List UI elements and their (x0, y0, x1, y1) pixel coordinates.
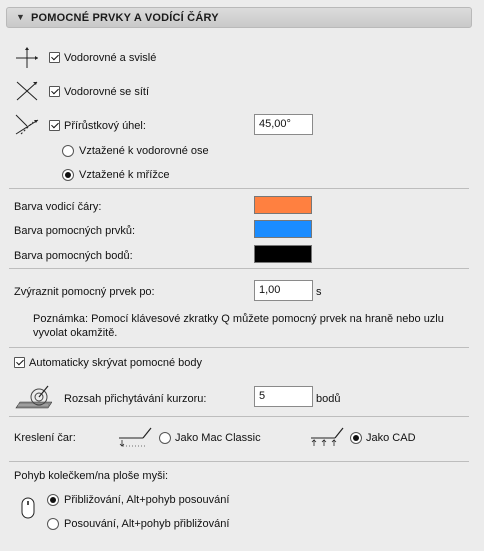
angle-guide-icon (15, 114, 39, 135)
helper-element-color-label: Barva pomocných prvků: (14, 225, 136, 237)
radio-wheel-pan-label: Posouvání, Alt+pohyb přibližování (64, 518, 230, 530)
radio-grid-label: Vztažené k mřížce (79, 169, 170, 181)
highlight-input[interactable]: 1,00 (254, 280, 313, 301)
horizontal-grid-checkbox[interactable] (49, 86, 60, 97)
helper-element-color-swatch[interactable] (254, 220, 312, 238)
guide-line-color-swatch[interactable] (254, 196, 312, 214)
note-line-2: vyvolat okamžitě. (33, 327, 118, 339)
wheel-label: Pohyb kolečkem/na ploše myši: (14, 470, 169, 482)
note-line-1: Poznámka: Pomocí klávesové zkratky Q můž… (33, 313, 444, 325)
divider (9, 416, 469, 417)
snap-input[interactable]: 5 (254, 386, 313, 407)
auto-hide-label: Automaticky skrývat pomocné body (29, 357, 203, 369)
horizontal-vertical-label: Vodorovné a svislé (64, 52, 157, 64)
divider (9, 188, 469, 189)
panel-header[interactable]: ▼ POMOCNÉ PRVKY A VODÍCÍ ČÁRY (6, 7, 472, 28)
radio-horizontal-axis[interactable] (62, 145, 74, 157)
radio-wheel-pan[interactable] (47, 518, 59, 530)
horizontal-grid-label: Vodorovné se sítí (64, 86, 149, 98)
cursor-snap-icon (15, 385, 52, 409)
snap-label: Rozsah přichytávání kurzoru: (64, 393, 207, 405)
helper-point-color-label: Barva pomocných bodů: (14, 250, 133, 262)
orthogonal-guide-icon (16, 47, 38, 68)
auto-hide-checkbox[interactable] (14, 357, 25, 368)
highlight-unit: s (316, 286, 322, 298)
mac-classic-line-icon (119, 427, 152, 447)
diagonal-guide-icon (16, 81, 38, 101)
divider (9, 268, 469, 269)
panel-title: POMOCNÉ PRVKY A VODÍCÍ ČÁRY (31, 12, 219, 24)
increment-angle-checkbox[interactable] (49, 120, 60, 131)
cad-line-icon (311, 427, 344, 446)
radio-wheel-zoom[interactable] (47, 494, 59, 506)
radio-mac-classic[interactable] (159, 432, 171, 444)
mouse-icon (21, 497, 35, 519)
increment-angle-label: Přírůstkový úhel: (64, 120, 146, 132)
collapse-triangle-icon[interactable]: ▼ (16, 12, 25, 22)
helper-point-color-swatch[interactable] (254, 245, 312, 263)
line-drawing-label: Kreslení čar: (14, 432, 76, 444)
radio-cad-label: Jako CAD (366, 432, 416, 444)
divider (9, 347, 469, 348)
highlight-label: Zvýraznit pomocný prvek po: (14, 286, 155, 298)
radio-horizontal-axis-label: Vztažené k vodorovné ose (79, 145, 209, 157)
radio-cad[interactable] (350, 432, 362, 444)
horizontal-vertical-checkbox[interactable] (49, 52, 60, 63)
snap-unit: bodů (316, 393, 341, 405)
divider (9, 461, 469, 462)
guide-line-color-label: Barva vodicí čáry: (14, 201, 102, 213)
increment-angle-input[interactable]: 45,00° (254, 114, 313, 135)
radio-mac-classic-label: Jako Mac Classic (175, 432, 261, 444)
radio-grid[interactable] (62, 169, 74, 181)
radio-wheel-zoom-label: Přibližování, Alt+pohyb posouvání (64, 494, 230, 506)
